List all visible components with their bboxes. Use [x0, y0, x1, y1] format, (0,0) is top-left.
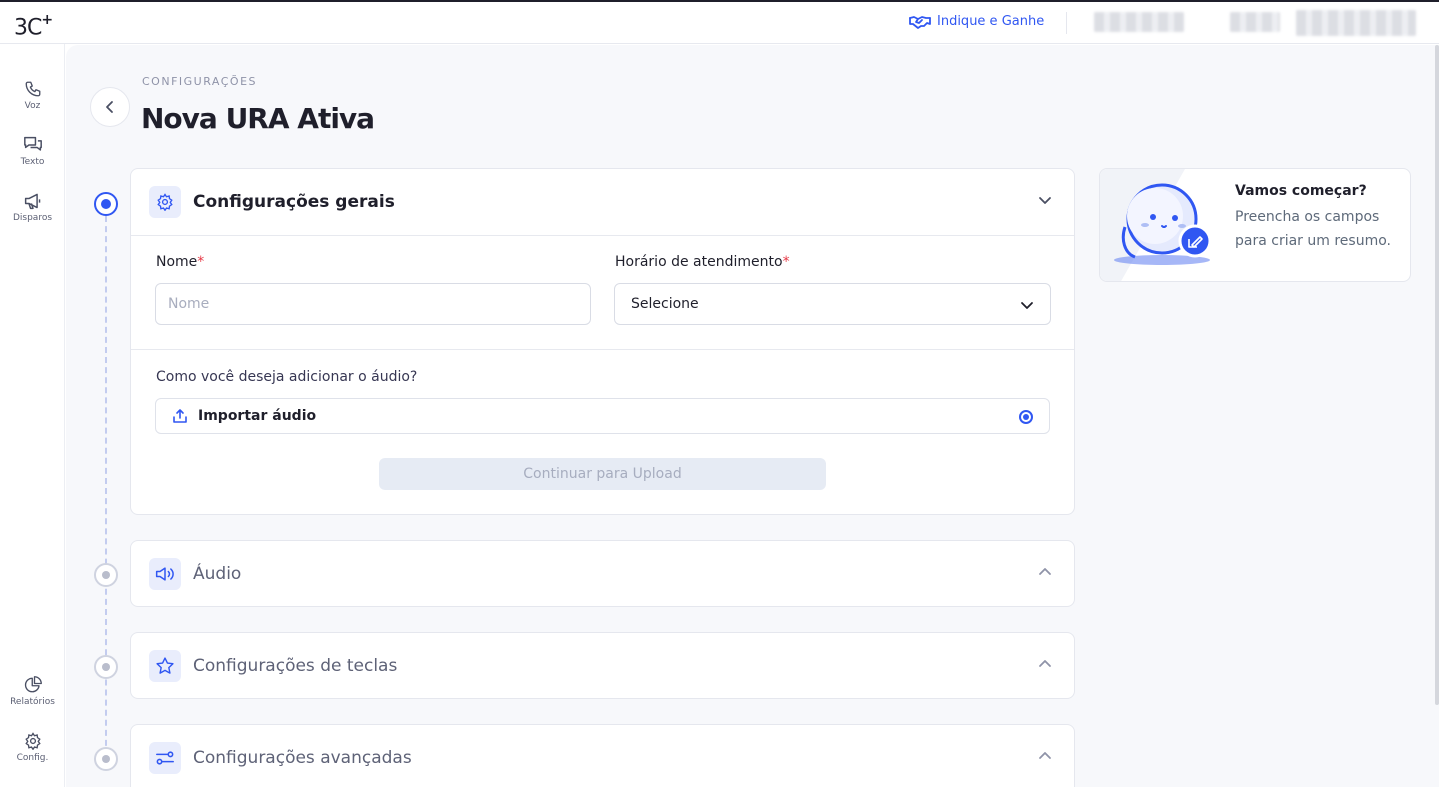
audio-card: Áudio — [130, 540, 1075, 607]
hours-label: Horário de atendimento* — [615, 254, 790, 270]
import-audio-option[interactable]: Importar áudio — [155, 398, 1050, 434]
general-settings-title: Configurações gerais — [193, 192, 395, 212]
breadcrumb: Configurações — [142, 75, 258, 88]
summary-title: Vamos começar? — [1235, 183, 1367, 199]
megaphone-icon — [24, 193, 40, 210]
sidebar-item-relatorios[interactable]: Relatórios — [0, 676, 65, 707]
audio-header[interactable]: Áudio — [131, 541, 1074, 607]
speaker-icon — [155, 567, 174, 581]
handshake-icon — [909, 15, 931, 29]
summary-text: Preencha os campos para criar um resumo. — [1235, 209, 1391, 249]
back-button[interactable] — [90, 87, 130, 127]
divider — [131, 349, 1074, 350]
hours-select-value: Selecione — [631, 296, 699, 312]
sidebar-item-label: Config. — [16, 753, 49, 763]
sliders-icon — [156, 751, 174, 765]
page-title: Nova URA Ativa — [141, 102, 375, 135]
redacted-user-menu[interactable] — [1296, 10, 1416, 36]
sidebar-item-label: Disparos — [12, 213, 53, 223]
sidebar-item-label: Texto — [20, 157, 45, 167]
audio-title: Áudio — [193, 564, 242, 584]
refer-and-earn-link[interactable]: Indique e Ganhe — [909, 14, 1044, 29]
divider — [131, 235, 1074, 236]
sidebar: Voz Texto Disparos Relatórios Config. — [0, 44, 65, 787]
sidebar-item-label: Relatórios — [10, 697, 55, 707]
sidebar-item-disparos[interactable]: Disparos — [0, 192, 65, 223]
refer-label: Indique e Ganhe — [937, 14, 1045, 29]
chat-icon — [23, 136, 42, 151]
advanced-card: Configurações avançadas — [130, 724, 1075, 787]
top-bar: 3C+ Indique e Ganhe — [0, 2, 1439, 44]
upload-icon — [173, 409, 187, 423]
advanced-title: Configurações avançadas — [193, 748, 412, 768]
sidebar-item-voz[interactable]: Voz — [0, 80, 65, 111]
sidebar-item-label: Voz — [24, 101, 41, 111]
phone-icon — [25, 81, 40, 97]
chevron-up-icon[interactable] — [1038, 565, 1052, 579]
redacted-info — [1094, 12, 1184, 32]
step-indicator — [94, 655, 118, 679]
keys-card: Configurações de teclas — [130, 632, 1075, 699]
gear-icon — [24, 732, 41, 750]
sidebar-item-texto[interactable]: Texto — [0, 136, 65, 167]
star-icon — [156, 657, 174, 674]
step-indicator — [94, 747, 118, 771]
gear-icon — [157, 193, 173, 211]
summary-card: Vamos começar? Preencha os campos para c… — [1099, 168, 1411, 282]
chevron-down-icon — [1021, 302, 1033, 309]
sidebar-item-config[interactable]: Config. — [0, 732, 65, 763]
chevron-left-icon — [106, 101, 113, 113]
redacted-info — [1230, 12, 1280, 32]
name-input[interactable] — [155, 283, 591, 325]
scrollbar[interactable] — [1435, 45, 1439, 705]
hours-select[interactable]: Selecione — [614, 283, 1051, 325]
step-indicator — [94, 563, 118, 587]
keys-title: Configurações de teclas — [193, 656, 398, 676]
general-settings-header[interactable]: Configurações gerais — [131, 169, 1074, 235]
advanced-header[interactable]: Configurações avançadas — [131, 725, 1074, 787]
keys-icon-box — [149, 650, 181, 682]
advanced-icon-box — [149, 742, 181, 774]
import-audio-label: Importar áudio — [198, 408, 317, 424]
chevron-up-icon[interactable] — [1038, 749, 1052, 763]
import-audio-radio[interactable] — [1019, 410, 1033, 424]
general-settings-card: Configurações gerais Nome* Horário de at… — [130, 168, 1075, 515]
settings-icon-box — [149, 186, 181, 218]
audio-question: Como você deseja adicionar o áudio? — [156, 369, 418, 385]
chevron-up-icon[interactable] — [1038, 657, 1052, 671]
brand-logo[interactable]: 3C+ — [14, 12, 53, 40]
chat-bubble-illustration — [1100, 169, 1212, 281]
chevron-down-icon[interactable] — [1038, 193, 1052, 207]
topbar-divider — [1066, 12, 1067, 34]
name-label: Nome* — [156, 254, 205, 270]
chart-pie-icon — [24, 676, 42, 693]
step-indicator-active — [94, 192, 118, 216]
audio-icon-box — [149, 558, 181, 590]
continue-upload-button[interactable]: Continuar para Upload — [379, 458, 826, 490]
keys-header[interactable]: Configurações de teclas — [131, 633, 1074, 699]
